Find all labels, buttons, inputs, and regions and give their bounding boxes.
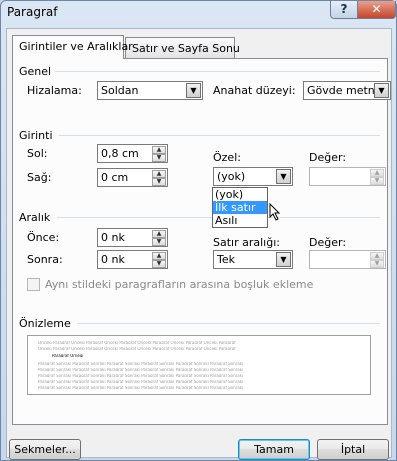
cancel-button[interactable]: İptal bbox=[317, 439, 389, 460]
preview-current-paragraph: Paragraf Örneği bbox=[52, 354, 84, 357]
section-divider bbox=[55, 71, 380, 72]
spin-up-icon[interactable]: ▲ bbox=[370, 252, 384, 260]
window-title: Paragraf bbox=[7, 5, 58, 19]
spacing-after-label: Sonra: bbox=[27, 253, 63, 266]
spin-up-icon[interactable]: ▲ bbox=[152, 146, 166, 154]
alignment-label: Hizalama: bbox=[27, 84, 82, 97]
line-spacing-dropdown[interactable]: Tek ▼ bbox=[213, 250, 293, 269]
indent-left-label: Sol: bbox=[27, 147, 48, 160]
preview-previous-paragraph-line2: Önceki Paragraf Önceki Paragraf Önceki P… bbox=[38, 347, 236, 350]
section-indentation-heading: Girinti bbox=[19, 129, 53, 142]
option-first-line[interactable]: İlk satır bbox=[213, 201, 267, 214]
spin-up-icon[interactable]: ▲ bbox=[152, 230, 166, 238]
preview-next-paragraph-line4: Paragraf Sonraki Paragraf Sonraki Paragr… bbox=[38, 380, 244, 383]
tabs-button[interactable]: Sekmeler... bbox=[9, 439, 81, 460]
mouse-cursor-icon bbox=[269, 203, 281, 221]
special-indent-options-list: (yok) İlk satır Asılı bbox=[212, 187, 268, 228]
preview-next-paragraph: Paragraf Sonraki Paragraf Sonraki Paragr… bbox=[38, 362, 244, 365]
spin-down-icon[interactable]: ▼ bbox=[370, 260, 384, 268]
spacing-after-spinner[interactable]: 0 nk ▲ ▼ bbox=[97, 250, 168, 269]
line-spacing-at-label: Değer: bbox=[309, 236, 347, 249]
spacing-before-label: Önce: bbox=[27, 231, 60, 244]
ok-button[interactable]: Tamam bbox=[238, 439, 310, 460]
special-indent-dropdown[interactable]: (yok) ▼ bbox=[213, 167, 293, 186]
spin-up-icon[interactable]: ▲ bbox=[152, 170, 166, 178]
help-button[interactable]: ? bbox=[330, 1, 358, 19]
close-button[interactable]: ✕ bbox=[357, 1, 396, 19]
indent-left-spinner[interactable]: 0,8 cm ▲ ▼ bbox=[97, 144, 168, 163]
line-spacing-at-spinner[interactable]: ▲ ▼ bbox=[309, 250, 386, 269]
paragraph-dialog: Paragraf ? ✕ Girintiler ve Aralıklar Sat… bbox=[0, 0, 397, 461]
preview-next-paragraph-line5: Paragraf Sonraki Paragraf Sonraki Paragr… bbox=[38, 386, 244, 389]
spin-down-icon[interactable]: ▼ bbox=[152, 178, 166, 186]
spacing-before-spinner[interactable]: 0 nk ▲ ▼ bbox=[97, 228, 168, 247]
indent-by-label: Değer: bbox=[309, 151, 347, 164]
outline-level-dropdown[interactable]: Gövde metni ▼ bbox=[303, 81, 391, 100]
no-space-same-style-label: Aynı stildeki paragrafların arasına boşl… bbox=[45, 278, 314, 291]
section-spacing-heading: Aralık bbox=[19, 211, 51, 224]
spin-down-icon[interactable]: ▼ bbox=[152, 238, 166, 246]
alignment-dropdown[interactable]: Soldan ▼ bbox=[97, 81, 203, 100]
section-divider bbox=[59, 135, 380, 136]
spin-up-icon[interactable]: ▲ bbox=[370, 169, 384, 177]
title-bar: Paragraf ? ✕ bbox=[1, 1, 396, 23]
indent-right-spinner[interactable]: 0 cm ▲ ▼ bbox=[97, 168, 168, 187]
spin-down-icon[interactable]: ▼ bbox=[152, 154, 166, 162]
indent-right-label: Sağ: bbox=[27, 171, 52, 184]
preview-next-paragraph-line3: Paragraf Sonraki Paragraf Sonraki Paragr… bbox=[38, 374, 244, 377]
chevron-down-icon[interactable]: ▼ bbox=[186, 83, 201, 98]
chevron-down-icon[interactable]: ▼ bbox=[374, 83, 389, 98]
preview-next-paragraph-line2: Paragraf Sonraki Paragraf Sonraki Paragr… bbox=[38, 368, 244, 371]
preview-previous-paragraph: Önceki Paragraf Önceki Paragraf Önceki P… bbox=[38, 341, 236, 344]
chevron-down-icon[interactable]: ▼ bbox=[276, 252, 291, 267]
outline-level-label: Anahat düzeyi: bbox=[213, 84, 296, 97]
section-general-heading: Genel bbox=[19, 65, 52, 78]
dialog-client-area: Girintiler ve Aralıklar Satır ve Sayfa S… bbox=[6, 28, 392, 460]
special-indent-label: Özel: bbox=[213, 151, 241, 164]
option-hanging[interactable]: Asılı bbox=[213, 214, 267, 227]
spin-up-icon[interactable]: ▲ bbox=[152, 252, 166, 260]
section-preview-heading: Önizleme bbox=[19, 317, 71, 330]
option-none[interactable]: (yok) bbox=[213, 188, 267, 201]
spin-down-icon[interactable]: ▼ bbox=[152, 260, 166, 268]
tab-indents-spacing[interactable]: Girintiler ve Aralıklar bbox=[12, 35, 133, 59]
no-space-same-style-checkbox[interactable] bbox=[27, 278, 40, 291]
chevron-down-icon[interactable]: ▼ bbox=[276, 169, 291, 184]
tab-line-page-breaks[interactable]: Satır ve Sayfa Sonu bbox=[125, 37, 240, 58]
spin-down-icon[interactable]: ▼ bbox=[370, 177, 384, 185]
indent-by-spinner[interactable]: ▲ ▼ bbox=[309, 167, 386, 186]
tab-panel: Genel Hizalama: Soldan ▼ Anahat düzeyi: … bbox=[12, 58, 391, 425]
paragraph-preview: Önceki Paragraf Önceki Paragraf Önceki P… bbox=[27, 335, 371, 395]
section-divider bbox=[77, 323, 380, 324]
line-spacing-label: Satır aralığı: bbox=[213, 236, 280, 249]
